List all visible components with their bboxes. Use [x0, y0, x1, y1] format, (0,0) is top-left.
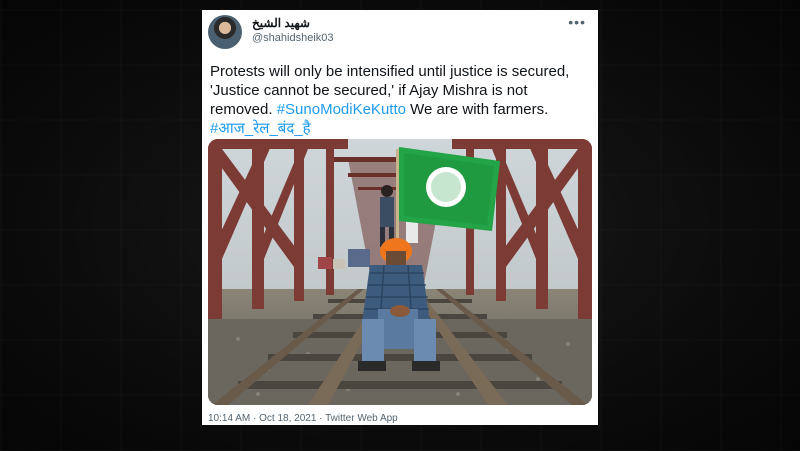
hashtag-link-hindi[interactable]: #आज_रेल_बंद_है	[210, 120, 311, 137]
tweet-text-line3: removed.	[210, 101, 273, 118]
user-handle[interactable]: @shahidsheik03	[252, 32, 334, 44]
tweet-text-line2: 'Justice cannot be secured,' if Ajay Mis…	[210, 82, 528, 99]
tweet-timestamp[interactable]: 10:14 AM · Oct 18, 2021 · Twitter Web Ap…	[208, 413, 398, 424]
more-options-icon[interactable]: •••	[568, 14, 586, 30]
display-name[interactable]: شهيد الشيخ	[252, 16, 310, 30]
avatar[interactable]	[208, 15, 242, 49]
tweet-card: شهيد الشيخ @shahidsheik03 ••• Protests w…	[202, 10, 598, 425]
tweet-text-line3-tail: We are with farmers.	[410, 101, 549, 118]
tweet-photo[interactable]	[208, 139, 592, 405]
hashtag-link[interactable]: #SunoModiKeKutto	[277, 101, 406, 118]
tweet-text-line1: Protests will only be intensified until …	[210, 63, 570, 80]
tweet-text: Protests will only be intensified until …	[210, 62, 594, 138]
